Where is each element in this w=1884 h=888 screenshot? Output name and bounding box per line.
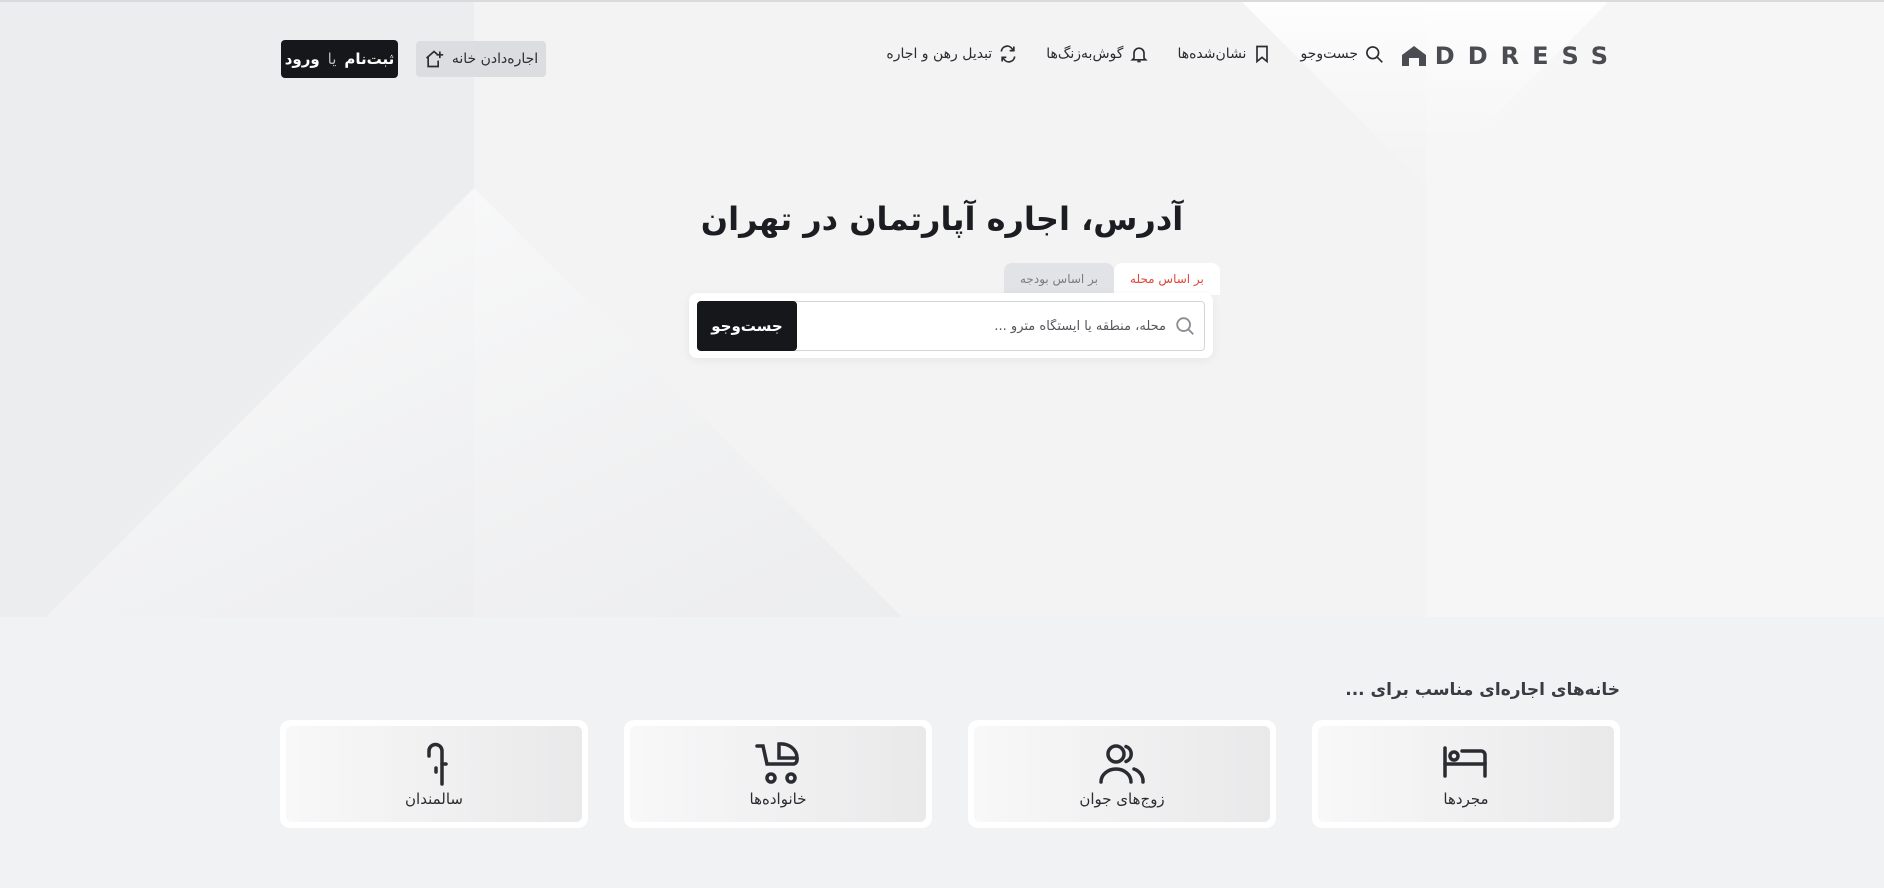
nav-alerts-label: گوش‌به‌زنگ‌ها bbox=[1046, 46, 1124, 62]
login-label: ورود bbox=[284, 50, 320, 68]
card-young-couples-label: زوج‌های جوان bbox=[1079, 790, 1165, 808]
card-singles-label: مجردها bbox=[1443, 790, 1489, 808]
logo[interactable]: DDRESS bbox=[1401, 40, 1621, 72]
logo-text: DDRESS bbox=[1434, 42, 1621, 70]
login-signup-button[interactable]: ثبت‌نام یا ورود bbox=[281, 40, 398, 78]
bell-icon bbox=[1130, 47, 1149, 63]
nav-bookmarks-label: نشان‌شده‌ها bbox=[1177, 46, 1247, 62]
signup-label: ثبت‌نام bbox=[344, 50, 395, 68]
rent-out-label: اجاره‌دادن خانه bbox=[451, 51, 539, 67]
card-families[interactable]: خانواده‌ها bbox=[624, 720, 932, 828]
card-elderly-label: سالمندان bbox=[405, 790, 463, 808]
search-icon bbox=[1366, 46, 1383, 63]
house-plus-icon bbox=[425, 50, 444, 68]
cane-icon bbox=[427, 742, 448, 786]
search-input[interactable] bbox=[806, 302, 1166, 350]
card-families-label: خانواده‌ها bbox=[749, 790, 807, 808]
card-elderly[interactable]: سالمندان bbox=[280, 720, 588, 828]
bookmark-icon bbox=[1256, 45, 1269, 64]
nav-convert-label: تبدیل رهن و اجاره bbox=[886, 46, 993, 62]
nav-bookmarks[interactable]: نشان‌شده‌ها bbox=[1177, 44, 1272, 64]
page-title: آدرس، اجاره آپارتمان در تهران bbox=[700, 200, 1184, 238]
bed-icon bbox=[1443, 746, 1487, 778]
card-singles[interactable]: مجردها bbox=[1312, 720, 1620, 828]
card-young-couples[interactable]: زوج‌های جوان bbox=[968, 720, 1276, 828]
nav-search[interactable]: جست‌وجو bbox=[1300, 44, 1384, 64]
suitable-section-title: خانه‌های اجاره‌ای مناسب برای ... bbox=[1345, 680, 1620, 700]
nav-alerts[interactable]: گوش‌به‌زنگ‌ها bbox=[1046, 44, 1149, 64]
stroller-icon bbox=[755, 742, 799, 784]
nav-search-label: جست‌وجو bbox=[1300, 46, 1358, 62]
nav-convert[interactable]: تبدیل رهن و اجاره bbox=[886, 44, 1018, 64]
search-tabs: بر اساس محله بر اساس بودجه bbox=[1004, 263, 1220, 295]
top-header: DDRESS جست‌وجو نشان‌شده‌ها گوش‌به‌زنگ‌ها… bbox=[0, 0, 1884, 110]
rent-out-house-button[interactable]: اجاره‌دادن خانه bbox=[416, 41, 546, 77]
search-button[interactable]: جست‌وجو bbox=[697, 301, 797, 351]
tab-by-budget[interactable]: بر اساس بودجه bbox=[1004, 263, 1115, 295]
couple-icon bbox=[1099, 744, 1145, 784]
tab-by-neighborhood[interactable]: بر اساس محله bbox=[1114, 263, 1220, 295]
suitable-cards: مجردها زوج‌های جوان خانواده‌ها bbox=[280, 720, 1620, 828]
logo-house-icon bbox=[1401, 46, 1426, 66]
convert-icon bbox=[1000, 45, 1016, 63]
or-label: یا bbox=[327, 50, 337, 68]
main-nav: جست‌وجو نشان‌شده‌ها گوش‌به‌زنگ‌ها تبدیل … bbox=[886, 44, 1384, 64]
search-icon bbox=[1176, 317, 1194, 335]
